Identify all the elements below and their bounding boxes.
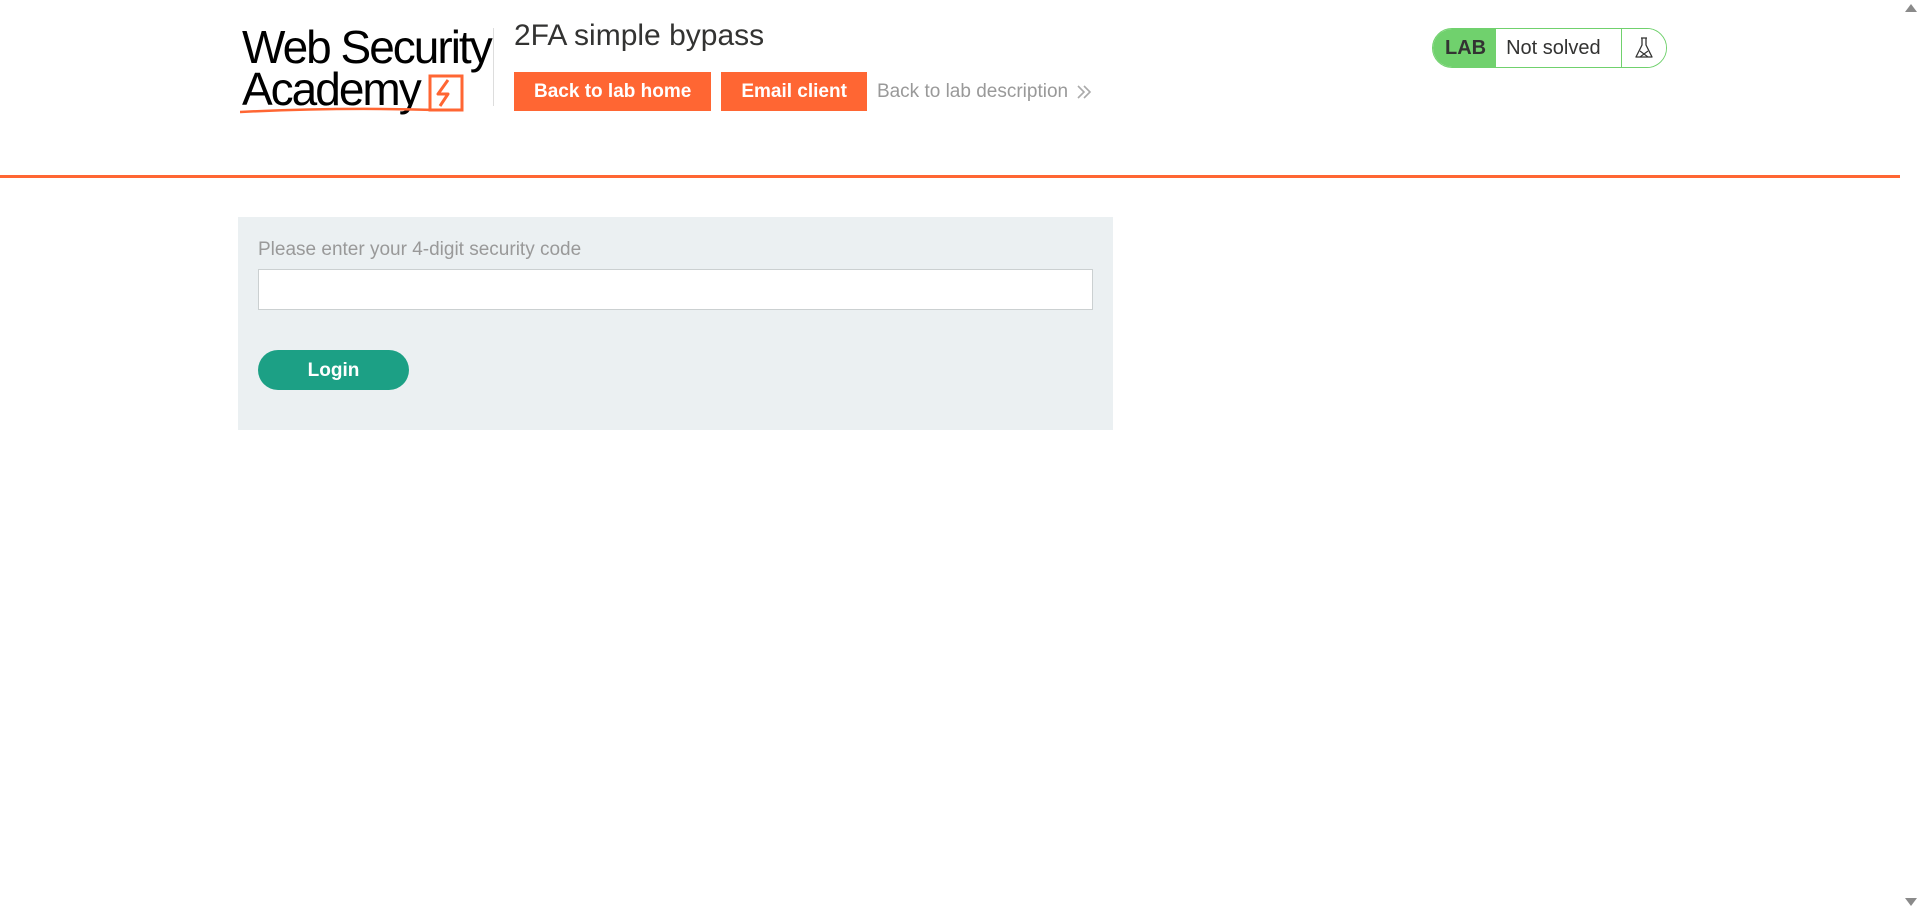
login-button[interactable]: Login bbox=[258, 350, 409, 390]
logo-line-1: Web Security bbox=[242, 21, 493, 73]
lab-badge: LAB bbox=[1433, 29, 1497, 67]
scroll-down-arrow-icon[interactable] bbox=[1905, 898, 1917, 906]
logo-underline-icon bbox=[240, 107, 437, 114]
flask-icon bbox=[1621, 29, 1666, 67]
page: Web Security Academy 2FA simple bypass B… bbox=[0, 0, 1919, 910]
lab-nav: Back to lab home Email client Back to la… bbox=[514, 72, 1092, 111]
back-to-lab-description-label: Back to lab description bbox=[876, 80, 1069, 102]
academy-header: Web Security Academy 2FA simple bypass B… bbox=[0, 0, 1900, 178]
back-to-lab-description-link[interactable]: Back to lab description bbox=[877, 81, 1092, 103]
double-chevron-right-icon bbox=[1077, 84, 1092, 99]
security-code-input[interactable] bbox=[258, 269, 1093, 310]
security-code-form: Please enter your 4-digit security code … bbox=[238, 217, 1113, 430]
header-divider bbox=[493, 28, 494, 106]
security-code-label: Please enter your 4-digit security code bbox=[258, 239, 582, 260]
email-client-button[interactable]: Email client bbox=[721, 72, 867, 111]
lab-status-widget: LAB Not solved bbox=[1432, 28, 1667, 68]
vertical-scrollbar[interactable] bbox=[1900, 0, 1919, 910]
lab-status-text: Not solved bbox=[1496, 29, 1622, 67]
lab-title: 2FA simple bypass bbox=[514, 19, 765, 52]
scroll-up-arrow-icon[interactable] bbox=[1905, 4, 1917, 12]
back-to-lab-home-button[interactable]: Back to lab home bbox=[514, 72, 712, 111]
web-security-academy-logo[interactable]: Web Security Academy bbox=[238, 21, 493, 120]
